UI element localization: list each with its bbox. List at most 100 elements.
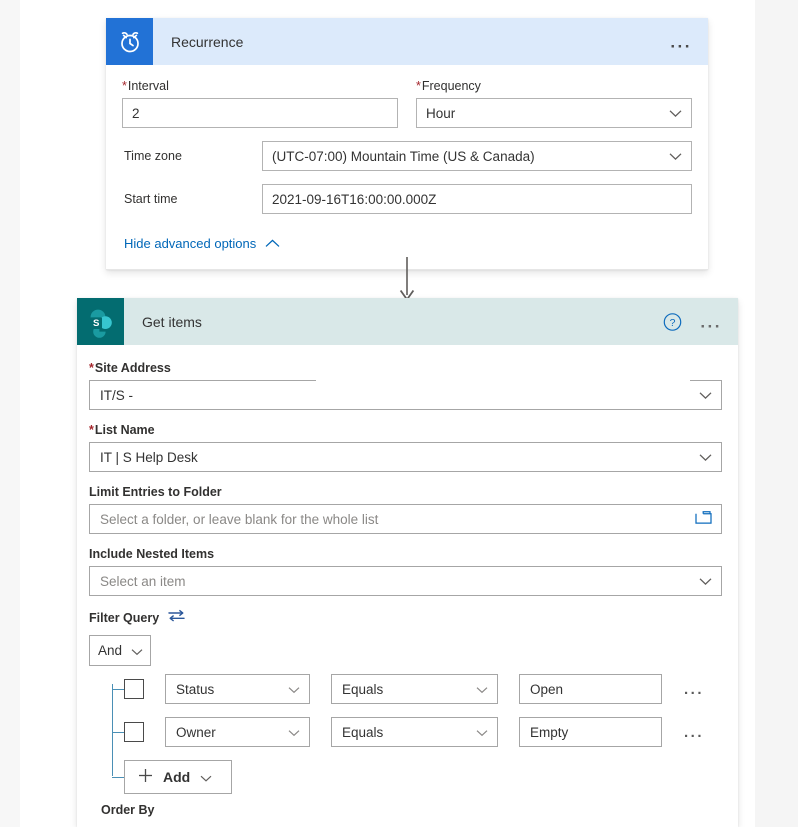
condition-operator-dropdown[interactable]: Equals bbox=[331, 674, 498, 704]
filter-query-header: Filter Query bbox=[89, 609, 722, 627]
chevron-down-icon bbox=[476, 682, 488, 697]
order-by-label: Order By bbox=[101, 803, 155, 817]
site-address-value: IT/S - bbox=[100, 387, 133, 403]
limit-entries-folder-placeholder: Select a folder, or leave blank for the … bbox=[100, 511, 379, 527]
condition-field-value: Owner bbox=[176, 724, 216, 740]
chevron-down-icon bbox=[669, 149, 682, 164]
recurrence-menu-button[interactable]: ... bbox=[668, 29, 694, 54]
recurrence-title: Recurrence bbox=[171, 33, 244, 50]
chevron-down-icon bbox=[288, 682, 300, 697]
condition-field-dropdown[interactable]: Owner bbox=[165, 717, 310, 747]
list-name-value: IT | S Help Desk bbox=[100, 449, 198, 465]
filter-conjunction-dropdown[interactable]: And bbox=[89, 635, 151, 666]
help-icon[interactable]: ? bbox=[663, 312, 682, 331]
required-asterisk: * bbox=[89, 361, 94, 375]
sharepoint-icon: S bbox=[77, 298, 124, 345]
recurrence-card[interactable]: Recurrence ... *Interval 2 *Frequency Ho… bbox=[106, 18, 708, 270]
chevron-down-icon bbox=[200, 769, 212, 785]
get-items-card-body: *Site Address IT/S - *List Name IT | S H… bbox=[77, 345, 738, 827]
condition-operator-dropdown[interactable]: Equals bbox=[331, 717, 498, 747]
required-asterisk: * bbox=[89, 423, 94, 437]
condition-menu-button[interactable]: ... bbox=[682, 678, 706, 701]
limit-entries-folder-field-group: Limit Entries to Folder Select a folder,… bbox=[89, 485, 722, 534]
condition-connector-stub bbox=[112, 732, 124, 733]
get-items-menu-button[interactable]: ... bbox=[698, 309, 724, 334]
limit-entries-folder-input[interactable]: Select a folder, or leave blank for the … bbox=[89, 504, 722, 534]
condition-checkbox[interactable] bbox=[124, 679, 144, 699]
timezone-dropdown[interactable]: (UTC-07:00) Mountain Time (US & Canada) bbox=[262, 141, 692, 171]
svg-text:?: ? bbox=[670, 316, 676, 328]
chevron-down-icon bbox=[699, 450, 712, 465]
interval-input[interactable]: 2 bbox=[122, 98, 398, 128]
timezone-label: Time zone bbox=[124, 149, 182, 163]
starttime-value: 2021-09-16T16:00:00.000Z bbox=[272, 191, 437, 207]
include-nested-items-field-group: Include Nested Items Select an item bbox=[89, 547, 722, 596]
chevron-up-icon bbox=[265, 236, 280, 251]
condition-menu-button[interactable]: ... bbox=[682, 721, 706, 744]
get-items-title: Get items bbox=[142, 313, 202, 330]
required-asterisk: * bbox=[122, 79, 127, 93]
starttime-input[interactable]: 2021-09-16T16:00:00.000Z bbox=[262, 184, 692, 214]
left-gutter bbox=[0, 0, 20, 827]
limit-entries-folder-label: Limit Entries to Folder bbox=[89, 485, 222, 499]
list-name-label: *List Name bbox=[89, 423, 155, 437]
condition-value-text: Open bbox=[530, 681, 564, 697]
starttime-label: Start time bbox=[124, 192, 178, 206]
filter-query-label: Filter Query bbox=[89, 611, 160, 625]
condition-value-text: Empty bbox=[530, 724, 569, 740]
svg-text:S: S bbox=[92, 318, 99, 329]
chevron-down-icon bbox=[131, 643, 143, 658]
frequency-field-group: *Frequency Hour bbox=[416, 79, 692, 128]
condition-connector-stub bbox=[112, 689, 124, 690]
filter-conjunction-value: And bbox=[98, 643, 123, 658]
chevron-down-icon bbox=[288, 725, 300, 740]
interval-field-group: *Interval 2 bbox=[122, 79, 398, 128]
required-asterisk: * bbox=[416, 79, 421, 93]
chevron-down-icon bbox=[699, 388, 712, 403]
include-nested-items-placeholder: Select an item bbox=[100, 573, 186, 589]
redaction-mask bbox=[390, 377, 690, 387]
flow-designer-canvas: Recurrence ... *Interval 2 *Frequency Ho… bbox=[0, 0, 798, 827]
filter-conditions-area: Status Equals Open ... Owner Equals Empt… bbox=[89, 674, 722, 794]
table-row[interactable]: Status Equals Open ... bbox=[89, 674, 722, 704]
add-condition-button[interactable]: Add bbox=[124, 760, 232, 794]
chevron-down-icon bbox=[669, 106, 682, 121]
list-name-dropdown[interactable]: IT | S Help Desk bbox=[89, 442, 722, 472]
site-address-dropdown[interactable]: IT/S - bbox=[89, 377, 722, 410]
interval-frequency-row: *Interval 2 *Frequency Hour bbox=[122, 79, 692, 128]
condition-value-input[interactable]: Empty bbox=[519, 717, 662, 747]
include-nested-items-dropdown[interactable]: Select an item bbox=[89, 566, 722, 596]
list-name-field-group: *List Name IT | S Help Desk bbox=[89, 423, 722, 472]
get-items-card-header[interactable]: S Get items ? ... bbox=[77, 298, 738, 345]
recurrence-card-body: *Interval 2 *Frequency Hour Time zone (U… bbox=[106, 65, 708, 269]
frequency-dropdown[interactable]: Hour bbox=[416, 98, 692, 128]
condition-operator-value: Equals bbox=[342, 681, 384, 697]
starttime-row: Start time 2021-09-16T16:00:00.000Z bbox=[122, 184, 692, 214]
site-address-label: *Site Address bbox=[89, 361, 171, 375]
hide-advanced-options-link[interactable]: Hide advanced options bbox=[122, 236, 280, 251]
frequency-value: Hour bbox=[426, 105, 456, 121]
condition-operator-value: Equals bbox=[342, 724, 384, 740]
condition-checkbox[interactable] bbox=[124, 722, 144, 742]
table-row[interactable]: Owner Equals Empty ... bbox=[89, 717, 722, 747]
get-items-card[interactable]: S Get items ? ... *Site Address IT/S - *… bbox=[77, 298, 738, 827]
add-condition-row: Add bbox=[89, 760, 722, 794]
filter-query-section: Filter Query And Status Equals Open ... … bbox=[89, 609, 722, 794]
interval-value: 2 bbox=[132, 105, 140, 121]
condition-field-value: Status bbox=[176, 681, 215, 697]
folder-picker-icon[interactable] bbox=[695, 511, 712, 528]
alarm-clock-icon bbox=[106, 18, 153, 65]
timezone-row: Time zone (UTC-07:00) Mountain Time (US … bbox=[122, 141, 692, 171]
condition-value-input[interactable]: Open bbox=[519, 674, 662, 704]
hide-advanced-options-label: Hide advanced options bbox=[124, 236, 257, 251]
frequency-label: *Frequency bbox=[416, 79, 481, 93]
condition-field-dropdown[interactable]: Status bbox=[165, 674, 310, 704]
recurrence-card-header[interactable]: Recurrence ... bbox=[106, 18, 708, 65]
site-address-field-group: *Site Address IT/S - bbox=[89, 361, 722, 410]
timezone-value: (UTC-07:00) Mountain Time (US & Canada) bbox=[272, 148, 535, 164]
plus-icon bbox=[138, 768, 153, 786]
chevron-down-icon bbox=[699, 574, 712, 589]
interval-label: *Interval bbox=[122, 79, 169, 93]
add-condition-label: Add bbox=[163, 769, 191, 785]
swap-arrows-icon[interactable] bbox=[168, 609, 185, 627]
